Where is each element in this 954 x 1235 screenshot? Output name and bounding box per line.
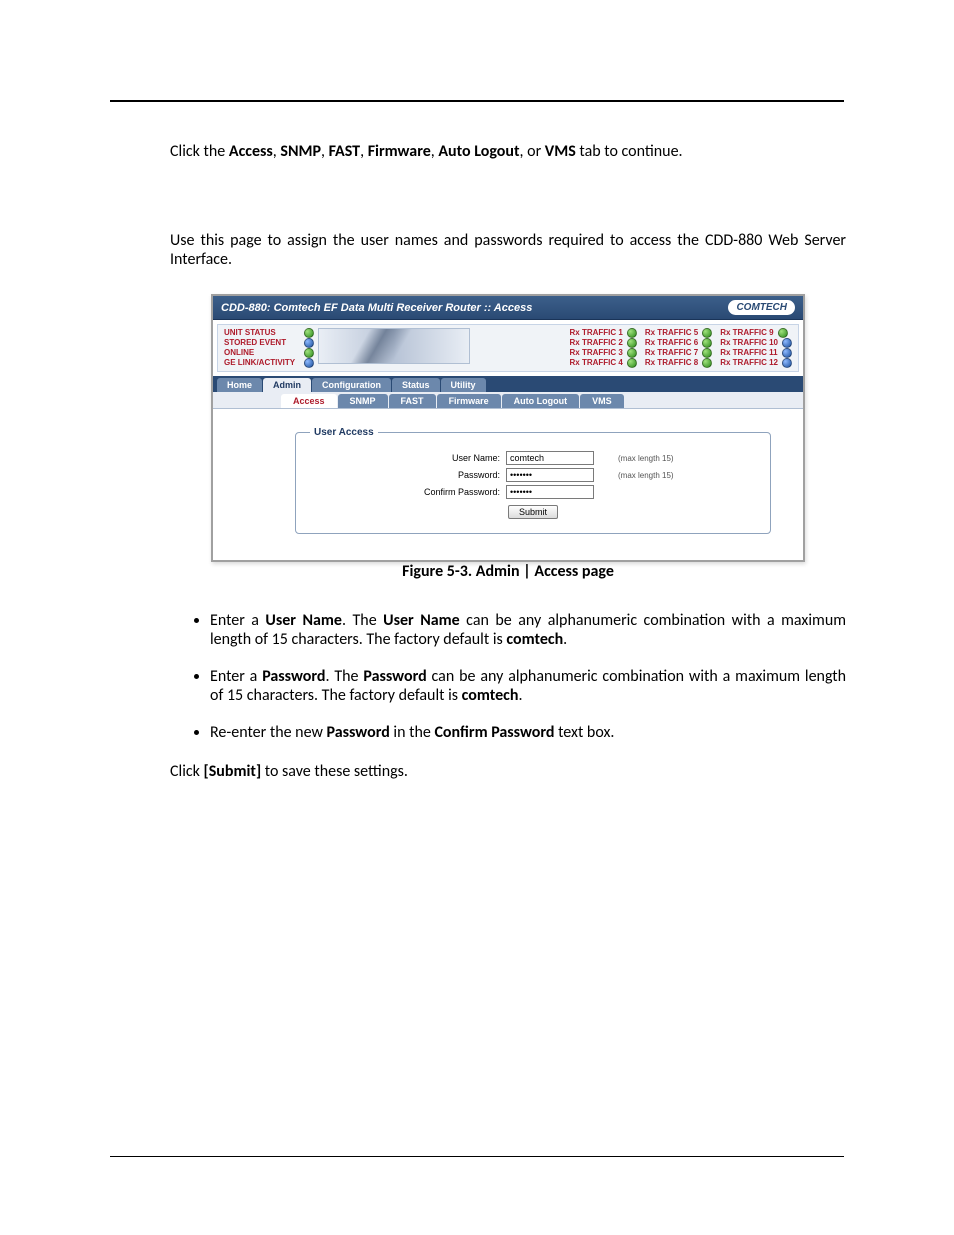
- password-hint: (max length 15): [618, 471, 674, 480]
- led-ge-link: [304, 358, 314, 368]
- password-label: Password:: [310, 470, 506, 480]
- status-panel: UNIT STATUS STORED EVENT ONLINE GE LINK/…: [217, 324, 799, 372]
- tab-row-sub: Access SNMP FAST Firmware Auto Logout VM…: [213, 392, 803, 409]
- bullet-confirm: Re-enter the new Password in the Confirm…: [210, 723, 846, 742]
- subtab-fast[interactable]: FAST: [389, 394, 436, 408]
- subtab-firmware[interactable]: Firmware: [437, 394, 501, 408]
- submit-button[interactable]: Submit: [508, 505, 558, 519]
- submit-instruction: Click [Submit] to save these settings.: [170, 762, 846, 781]
- subtab-snmp[interactable]: SNMP: [338, 394, 388, 408]
- user-access-fieldset: User Access User Name: (max length 15) P…: [295, 427, 771, 534]
- led-online: [304, 348, 314, 358]
- intro-paragraph: Click the Access, SNMP, FAST, Firmware, …: [170, 142, 846, 161]
- tab-admin[interactable]: Admin: [263, 378, 311, 392]
- unit-status-block: UNIT STATUS STORED EVENT ONLINE GE LINK/…: [224, 328, 314, 368]
- figure-caption: Figure 5-3. Admin | Access page: [170, 562, 846, 581]
- bullet-password: Enter a Password. The Password can be an…: [210, 667, 846, 705]
- user-name-input[interactable]: [506, 451, 594, 465]
- user-name-hint: (max length 15): [618, 454, 674, 463]
- rx-col-3: Rx TRAFFIC 9 Rx TRAFFIC 10 Rx TRAFFIC 11…: [720, 328, 792, 368]
- tab-row-main: Home Admin Configuration Status Utility: [213, 376, 803, 392]
- rx-col-1: Rx TRAFFIC 1 Rx TRAFFIC 2 Rx TRAFFIC 3 R…: [570, 328, 637, 368]
- comtech-logo: COMTECH: [728, 300, 795, 315]
- led-stored-event: [304, 338, 314, 348]
- led-unit-status: [304, 328, 314, 338]
- subtab-autologout[interactable]: Auto Logout: [502, 394, 579, 408]
- tab-home[interactable]: Home: [217, 378, 262, 392]
- subtab-vms[interactable]: VMS: [580, 394, 624, 408]
- figure-screenshot: CDD-880: Comtech EF Data Multi Receiver …: [211, 294, 805, 562]
- subtab-access[interactable]: Access: [281, 394, 337, 408]
- tab-utility[interactable]: Utility: [441, 378, 486, 392]
- password-input[interactable]: [506, 468, 594, 482]
- device-graphic: [318, 328, 470, 364]
- user-access-legend: User Access: [310, 427, 378, 438]
- confirm-password-input[interactable]: [506, 485, 594, 499]
- instruction-list: Enter a User Name. The User Name can be …: [170, 611, 846, 742]
- tab-status[interactable]: Status: [392, 378, 440, 392]
- window-title: CDD-880: Comtech EF Data Multi Receiver …: [221, 302, 532, 314]
- page-footer-rule: [110, 1156, 844, 1157]
- bullet-user-name: Enter a User Name. The User Name can be …: [210, 611, 846, 649]
- tab-configuration[interactable]: Configuration: [312, 378, 391, 392]
- window-title-bar: CDD-880: Comtech EF Data Multi Receiver …: [213, 296, 803, 320]
- confirm-password-label: Confirm Password:: [310, 487, 506, 497]
- user-name-label: User Name:: [310, 453, 506, 463]
- use-page-paragraph: Use this page to assign the user names a…: [170, 231, 846, 269]
- rx-col-2: Rx TRAFFIC 5 Rx TRAFFIC 6 Rx TRAFFIC 7 R…: [645, 328, 712, 368]
